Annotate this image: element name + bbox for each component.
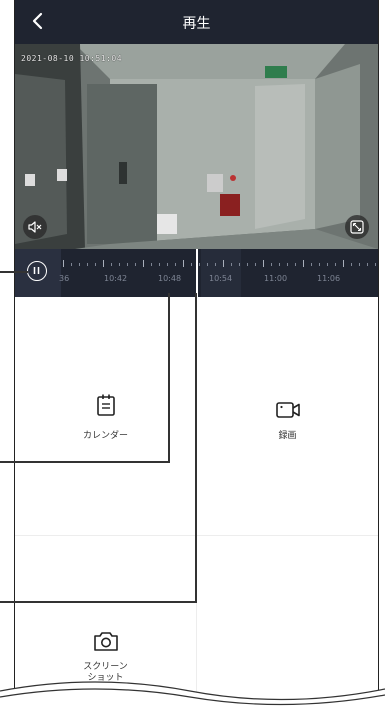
timeline-tick [63,260,64,267]
timeline-tick [199,263,200,266]
timeline-tick [215,263,216,266]
timeline-tick [151,263,152,266]
callout-line-timeline [168,293,170,462]
page-title: 再生 [182,16,211,32]
video-frame [15,44,378,249]
timeline-label: 36 [59,274,70,283]
video-timestamp: 2021-08-10 10:51:04 [21,54,123,63]
timeline-tick [71,263,72,266]
timeline-tick [311,263,312,266]
timeline-tick [359,263,360,266]
timeline-tick [87,263,88,266]
timeline-tick [239,263,240,266]
timeline-tick [295,263,296,266]
timeline-tick [223,260,224,267]
timeline-tick [79,263,80,266]
record-label: 録画 [278,431,297,441]
timeline-tick [271,263,272,266]
fullscreen-icon [350,220,364,234]
video-camera-icon [276,402,300,418]
timeline-tick [119,263,120,266]
torn-edge [0,681,385,709]
callout-line-timeline-h [0,461,170,463]
timeline-tick [375,263,376,266]
timeline-label: 11:06 [317,274,341,283]
fullscreen-button[interactable] [345,215,369,239]
timeline-label: 10:48 [158,274,182,283]
timeline-tick [159,263,160,266]
pause-icon [27,261,47,281]
timeline-recorded-segment [201,249,241,297]
record-button[interactable]: 録画 [197,297,378,535]
callout-line-playhead-h [0,601,197,603]
timeline-tick [303,260,304,267]
timeline-tick [183,260,184,267]
timeline-tick [263,260,264,267]
app-header: 再生 [15,0,378,44]
timeline-tick [175,263,176,266]
timeline-tick [351,263,352,266]
calendar-icon [97,394,115,416]
timeline-tick [95,263,96,266]
timeline-playhead[interactable] [196,249,198,297]
callout-line-playhead [195,293,197,602]
timeline-tick [231,263,232,266]
timeline-label: 11:00 [264,274,288,283]
timeline-tick [167,263,168,266]
timeline-tick [335,263,336,266]
timeline-tick [343,260,344,267]
video-player[interactable]: 2021-08-10 10:51:04 [15,44,378,249]
timeline-tick [327,263,328,266]
callout-line-pause [0,271,28,273]
pause-button[interactable] [15,249,61,297]
playback-timeline: 36 10:42 10:48 10:54 11:00 11:06 [15,249,378,297]
mute-button[interactable] [23,215,47,239]
timeline-label: 10:42 [104,274,128,283]
timeline-tick [319,263,320,266]
timeline-tick [111,263,112,266]
timeline-tick [247,263,248,266]
screenshot-label-line1: スクリーン [83,662,128,672]
timeline-tick [143,260,144,267]
speaker-muted-icon [28,221,42,233]
timeline-track[interactable]: 36 10:42 10:48 10:54 11:00 11:06 [59,249,378,297]
timeline-tick [103,260,104,267]
timeline-tick [207,263,208,266]
timeline-tick [135,263,136,266]
timeline-tick [191,263,192,266]
camera-icon [94,632,118,651]
timeline-tick [287,263,288,266]
timeline-tick [255,263,256,266]
timeline-tick [367,263,368,266]
timeline-tick [279,263,280,266]
timeline-label: 10:54 [209,274,233,283]
timeline-tick [127,263,128,266]
